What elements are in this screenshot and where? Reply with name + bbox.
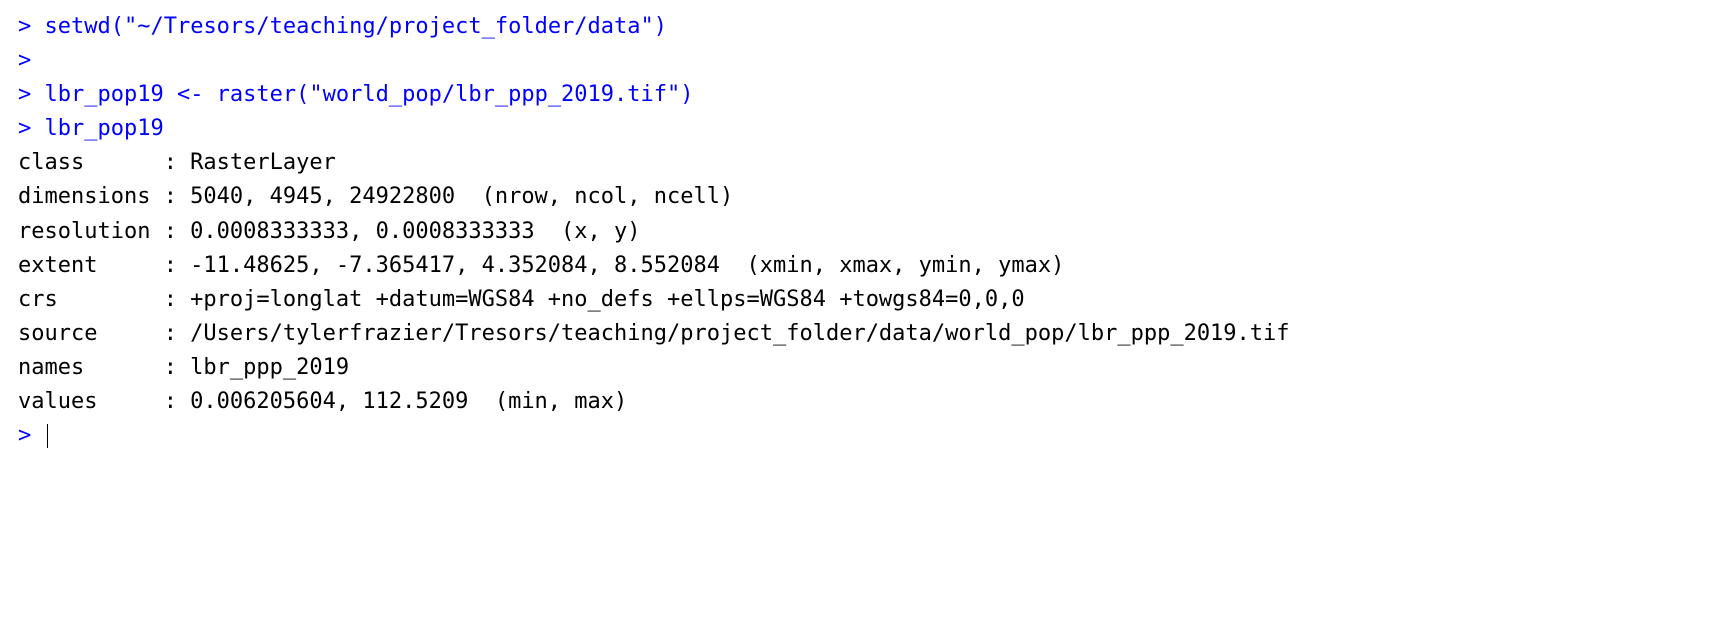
output-text: values : 0.006205604, 112.5209 (min, max… [18, 389, 627, 414]
prompt: > [18, 423, 45, 448]
prompt: > [18, 48, 45, 73]
console-line: dimensions : 5040, 4945, 24922800 (nrow,… [18, 180, 1698, 214]
console-line: extent : -11.48625, -7.365417, 4.352084,… [18, 249, 1698, 283]
r-console[interactable]: > setwd("~/Tresors/teaching/project_fold… [0, 0, 1716, 463]
prompt: > [18, 116, 45, 141]
console-line: names : lbr_ppp_2019 [18, 351, 1698, 385]
output-text: extent : -11.48625, -7.365417, 4.352084,… [18, 253, 1064, 278]
output-text: dimensions : 5040, 4945, 24922800 (nrow,… [18, 184, 733, 209]
console-line: class : RasterLayer [18, 146, 1698, 180]
console-line: > [18, 419, 1698, 453]
console-line: crs : +proj=longlat +datum=WGS84 +no_def… [18, 283, 1698, 317]
output-text: class : RasterLayer [18, 150, 349, 175]
console-line: > setwd("~/Tresors/teaching/project_fold… [18, 10, 1698, 44]
text-cursor-icon [47, 424, 48, 448]
output-text: names : lbr_ppp_2019 [18, 355, 362, 380]
input-text: lbr_pop19 [45, 116, 164, 141]
console-line: > lbr_pop19 <- raster("world_pop/lbr_ppp… [18, 78, 1698, 112]
prompt: > [18, 14, 45, 39]
input-text: lbr_pop19 <- raster("world_pop/lbr_ppp_2… [45, 82, 694, 107]
output-text: crs : +proj=longlat +datum=WGS84 +no_def… [18, 287, 1038, 312]
console-line: > [18, 44, 1698, 78]
output-text: source : /Users/tylerfrazier/Tresors/tea… [18, 321, 1303, 346]
output-text: resolution : 0.0008333333, 0.0008333333 … [18, 219, 641, 244]
console-line: source : /Users/tylerfrazier/Tresors/tea… [18, 317, 1698, 351]
console-line: resolution : 0.0008333333, 0.0008333333 … [18, 215, 1698, 249]
console-line: > lbr_pop19 [18, 112, 1698, 146]
console-line: values : 0.006205604, 112.5209 (min, max… [18, 385, 1698, 419]
prompt: > [18, 82, 45, 107]
input-text: setwd("~/Tresors/teaching/project_folder… [45, 14, 668, 39]
